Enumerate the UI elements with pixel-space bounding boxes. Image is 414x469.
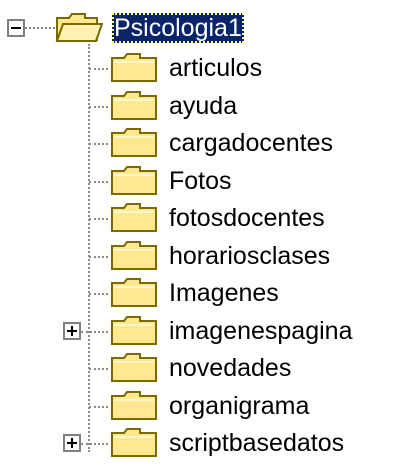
folder-icon	[111, 166, 157, 195]
tree-connector	[89, 106, 108, 108]
tree-node-label: imagenespagina	[169, 317, 353, 345]
tree-node-label: Imagenes	[169, 279, 279, 307]
tree-node-item[interactable]: scriptbasedatos	[110, 425, 346, 461]
expand-toggle[interactable]	[63, 322, 81, 340]
tree-node-item[interactable]: cargadocentes	[110, 125, 335, 161]
tree-node-item[interactable]: organigrama	[110, 388, 311, 424]
tree-node-root[interactable]: Psicologia1	[55, 10, 244, 46]
folder-icon	[111, 128, 157, 157]
folder-open-icon	[55, 13, 103, 42]
tree-connector	[81, 331, 108, 333]
folder-tree: Psicologia1 articulos ayuda cargadocentes F…	[0, 0, 414, 469]
tree-node-label: horariosclases	[169, 242, 331, 270]
tree-connector	[89, 293, 108, 295]
tree-node-label: scriptbasedatos	[169, 429, 345, 457]
tree-connector	[89, 68, 108, 70]
tree-connector	[89, 406, 108, 408]
tree-node-label: cargadocentes	[169, 129, 334, 157]
tree-connector	[89, 143, 108, 145]
tree-node-item[interactable]: novedades	[110, 350, 293, 386]
tree-connector	[25, 27, 55, 29]
tree-connector	[89, 368, 108, 370]
collapse-toggle-root[interactable]	[7, 19, 25, 37]
tree-node-label: articulos	[169, 54, 263, 82]
folder-icon	[111, 353, 157, 382]
tree-node-item[interactable]: Imagenes	[110, 275, 281, 311]
tree-node-item[interactable]: horariosclases	[110, 238, 332, 274]
expand-toggle[interactable]	[63, 434, 81, 452]
folder-icon	[111, 278, 157, 307]
tree-node-label: fotosdocentes	[169, 204, 325, 232]
tree-connector	[89, 218, 108, 220]
tree-connector	[89, 256, 108, 258]
folder-icon	[111, 203, 157, 232]
folder-icon	[111, 316, 157, 345]
folder-icon	[111, 53, 157, 82]
tree-connector	[81, 443, 108, 445]
folder-icon	[111, 428, 157, 457]
tree-node-label: novedades	[169, 354, 292, 382]
tree-node-label: organigrama	[169, 392, 310, 420]
folder-icon	[111, 391, 157, 420]
tree-node-item[interactable]: imagenespagina	[110, 313, 354, 349]
tree-node-label: ayuda	[169, 92, 238, 120]
tree-node-label-root: Psicologia1	[112, 13, 244, 43]
tree-node-item[interactable]: Fotos	[110, 163, 234, 199]
tree-node-item[interactable]: fotosdocentes	[110, 200, 327, 236]
tree-node-label: Fotos	[169, 167, 232, 195]
tree-node-item[interactable]: ayuda	[110, 88, 239, 124]
tree-node-item[interactable]: articulos	[110, 50, 264, 86]
folder-icon	[111, 241, 157, 270]
folder-icon	[111, 91, 157, 120]
tree-connector	[89, 181, 108, 183]
